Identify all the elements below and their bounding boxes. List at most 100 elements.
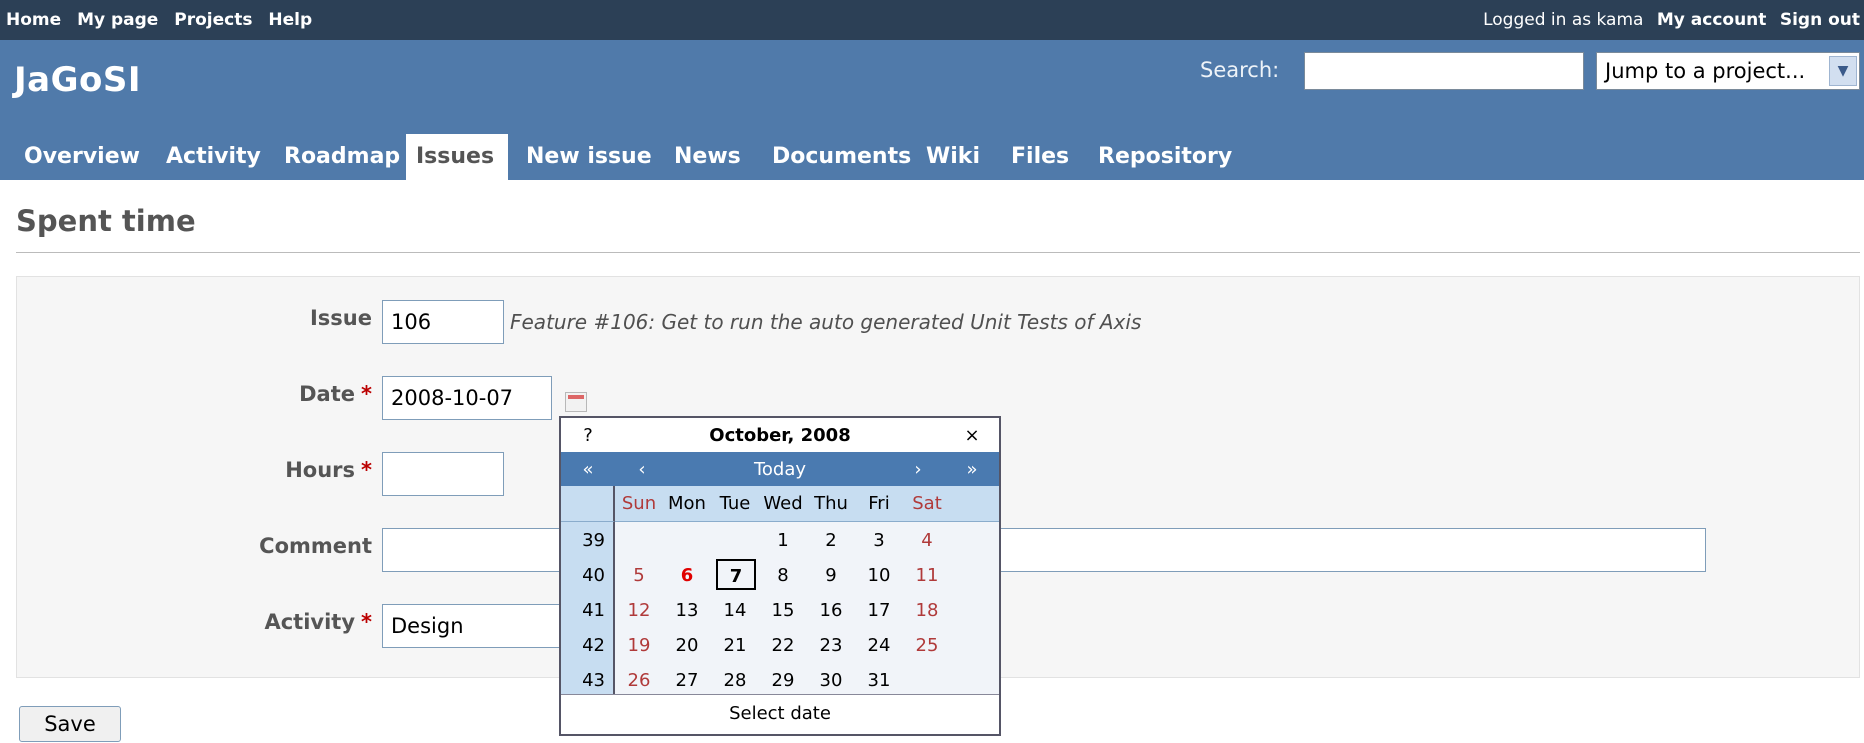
calendar-day[interactable]: 29	[759, 670, 807, 691]
calendar-day[interactable]: 17	[855, 600, 903, 621]
tab-new-issue[interactable]: New issue	[516, 134, 662, 180]
next-year-button[interactable]: »	[945, 459, 999, 480]
tab-wiki[interactable]: Wiki	[916, 134, 990, 180]
next-month-button[interactable]: ›	[891, 459, 945, 480]
calendar-navigation: « ‹ Today › »	[561, 452, 999, 486]
project-title[interactable]: JaGoSI	[14, 60, 141, 100]
calendar-day[interactable]: 26	[615, 670, 663, 691]
calendar-day[interactable]: 24	[855, 635, 903, 656]
hours-field[interactable]	[382, 452, 504, 496]
top-link-help[interactable]: Help	[268, 10, 312, 30]
calendar-day[interactable]: 19	[615, 635, 663, 656]
tab-repository[interactable]: Repository	[1088, 134, 1242, 180]
logged-in-text: Logged in as kama	[1483, 10, 1644, 30]
calendar-day[interactable]: 13	[663, 600, 711, 621]
week-column-header-bg	[561, 486, 615, 522]
calendar-day[interactable]: 16	[807, 600, 855, 621]
calendar-header: ? October, 2008 ×	[561, 418, 999, 452]
issue-label: Issue	[309, 306, 372, 330]
calendar-help-button[interactable]: ?	[561, 425, 615, 446]
sign-out-link[interactable]: Sign out	[1780, 10, 1860, 30]
search-label: Search:	[1200, 58, 1280, 82]
calendar-icon[interactable]	[565, 392, 587, 412]
calendar-footer: Select date	[561, 694, 999, 734]
day-name-wed: Wed	[763, 493, 803, 514]
search-input[interactable]	[1304, 52, 1584, 90]
tab-issues[interactable]: Issues	[406, 134, 508, 180]
calendar-day-names: wk Sun Mon Tue Wed Thu Fri Sat	[561, 486, 999, 522]
prev-month-button[interactable]: ‹	[615, 459, 669, 480]
chevron-down-icon[interactable]: ▼	[1829, 56, 1857, 86]
tab-news[interactable]: News	[664, 134, 751, 180]
day-name-thu: Thu	[814, 493, 848, 514]
calendar-day[interactable]: 11	[903, 565, 951, 586]
calendar-day[interactable]: 4	[903, 530, 951, 551]
jump-to-project-value: Jump to a project...	[1605, 59, 1806, 83]
calendar-day[interactable]: 20	[663, 635, 711, 656]
top-menu-links: Home My page Projects Help	[6, 10, 322, 30]
week-number: 39	[582, 530, 605, 551]
calendar-day[interactable]: 15	[759, 600, 807, 621]
calendar-day[interactable]: 8	[759, 565, 807, 586]
calendar-day[interactable]: 30	[807, 670, 855, 691]
today-button[interactable]: Today	[669, 459, 891, 480]
issue-field[interactable]: 106	[382, 300, 504, 344]
calendar-day[interactable]: 5	[615, 565, 663, 586]
calendar-day[interactable]: 23	[807, 635, 855, 656]
activity-select[interactable]: Design	[382, 604, 562, 648]
tab-roadmap[interactable]: Roadmap	[274, 134, 410, 180]
calendar-day-today[interactable]: 6	[663, 565, 711, 586]
top-link-home[interactable]: Home	[6, 10, 61, 30]
calendar-day[interactable]: 18	[903, 600, 951, 621]
day-name-mon: Mon	[668, 493, 706, 514]
issue-description: Feature #106: Get to run the auto genera…	[510, 310, 1142, 334]
day-name-sun: Sun	[621, 493, 657, 514]
calendar-month-title: October, 2008	[709, 425, 851, 446]
week-number: 43	[582, 670, 605, 691]
calendar-week-row: 41 12 13 14 15 16 17 18	[561, 594, 999, 629]
tab-overview[interactable]: Overview	[14, 134, 150, 180]
title-divider	[16, 252, 1860, 253]
calendar-close-icon[interactable]: ×	[945, 425, 999, 446]
calendar-day[interactable]: 31	[855, 670, 903, 691]
my-account-link[interactable]: My account	[1657, 10, 1767, 30]
calendar-week-row: 39 1 2 3 4	[561, 524, 999, 559]
calendar-week-row: 40 5 6 7 8 9 10 11	[561, 559, 999, 594]
week-number: 40	[582, 565, 605, 586]
week-number: 41	[582, 600, 605, 621]
date-picker-popup: ? October, 2008 × « ‹ Today › » wk Sun M…	[559, 416, 1001, 736]
account-area: Logged in as kama My account Sign out	[1483, 10, 1860, 30]
calendar-day[interactable]: 9	[807, 565, 855, 586]
activity-label: Activity *	[264, 610, 372, 634]
calendar-day[interactable]: 25	[903, 635, 951, 656]
hours-label: Hours *	[285, 458, 372, 482]
calendar-day[interactable]: 21	[711, 635, 759, 656]
calendar-day[interactable]: 1	[759, 530, 807, 551]
calendar-day[interactable]: 12	[615, 600, 663, 621]
calendar-day[interactable]: 28	[711, 670, 759, 691]
date-label: Date *	[299, 382, 372, 406]
calendar-day[interactable]: 2	[807, 530, 855, 551]
prev-year-button[interactable]: «	[561, 459, 615, 480]
top-menu: Home My page Projects Help Logged in as …	[0, 0, 1864, 40]
calendar-week-row: 42 19 20 21 22 23 24 25	[561, 629, 999, 664]
tab-activity[interactable]: Activity	[156, 134, 271, 180]
tab-documents[interactable]: Documents	[762, 134, 921, 180]
calendar-day[interactable]: 10	[855, 565, 903, 586]
calendar-day[interactable]: 14	[711, 600, 759, 621]
calendar-day[interactable]: 27	[663, 670, 711, 691]
calendar-status-text: Select date	[729, 703, 831, 724]
jump-to-project-select[interactable]: Jump to a project... ▼	[1596, 52, 1860, 90]
calendar-day-selected[interactable]: 7	[716, 559, 756, 590]
day-name-tue: Tue	[719, 493, 751, 514]
save-button[interactable]: Save	[19, 706, 121, 742]
day-name-fri: Fri	[868, 493, 890, 514]
calendar-day[interactable]: 22	[759, 635, 807, 656]
top-link-projects[interactable]: Projects	[174, 10, 252, 30]
date-field[interactable]: 2008-10-07	[382, 376, 552, 420]
tab-files[interactable]: Files	[1001, 134, 1079, 180]
page-title: Spent time	[16, 204, 196, 238]
calendar-day[interactable]: 3	[855, 530, 903, 551]
top-link-my-page[interactable]: My page	[77, 10, 158, 30]
day-name-sat: Sat	[912, 493, 942, 514]
